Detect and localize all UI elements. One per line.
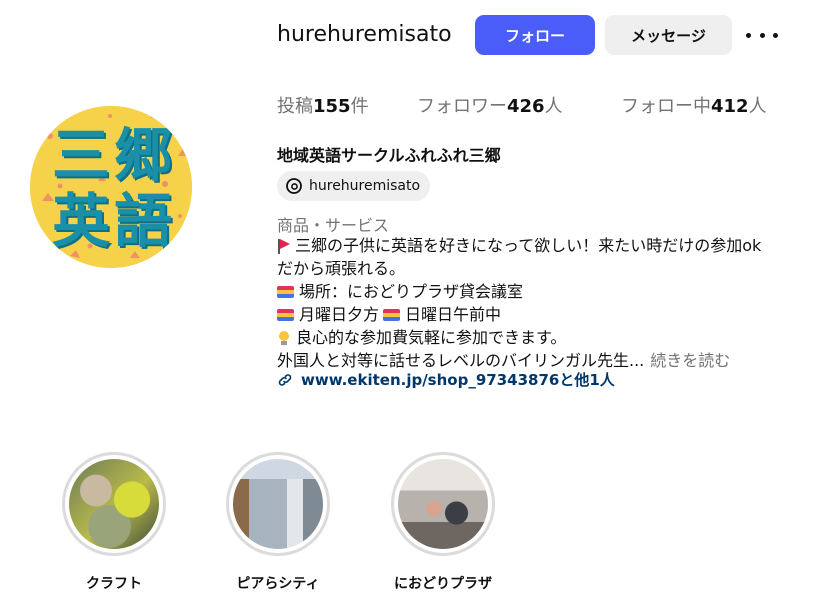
read-more-link[interactable]: 続きを読む bbox=[650, 349, 730, 372]
followers-suffix: 人 bbox=[544, 96, 563, 117]
striped-flag-icon bbox=[383, 308, 401, 321]
highlight-item[interactable]: ピアらシティ bbox=[221, 452, 335, 593]
avatar-text-line2: 英語 bbox=[52, 187, 177, 255]
highlight-ring bbox=[391, 452, 495, 556]
display-name: 地域英語サークルふれふれ三郷 bbox=[277, 146, 501, 165]
highlight-label: クラフト bbox=[86, 576, 142, 592]
more-dot bbox=[773, 32, 778, 38]
stat-followers[interactable]: フォロワー426人 bbox=[417, 92, 563, 118]
highlight-thumbnail-classroom bbox=[398, 459, 488, 549]
bio-line-5: 良心的な参加費気軽に参加できます。 bbox=[296, 328, 567, 347]
followers-count: 426 bbox=[507, 96, 545, 117]
avatar-text-line1: 三郷 bbox=[52, 121, 177, 189]
posts-label: 投稿 bbox=[277, 96, 313, 117]
bio-line: 月曜日夕方 日曜日午前中 bbox=[277, 303, 761, 326]
threads-icon bbox=[286, 178, 302, 194]
bio-line-4b: 日曜日午前中 bbox=[405, 305, 502, 324]
highlight-ring bbox=[62, 452, 166, 556]
highlight-thumbnail-building bbox=[233, 459, 323, 549]
threads-handle: hurehuremisato bbox=[309, 178, 421, 194]
message-button[interactable]: メッセージ bbox=[605, 15, 732, 55]
highlight-item[interactable]: クラフト bbox=[57, 452, 171, 593]
bio-line-3: 場所：におどりプラザ貸会議室 bbox=[299, 282, 524, 301]
triangular-flag-icon bbox=[277, 238, 291, 254]
more-horizontal-icon[interactable] bbox=[746, 25, 778, 45]
stat-posts: 投稿155件 bbox=[277, 92, 369, 118]
bio-text: 三郷の子供に英語を好きになって欲しい！来たい時だけの参加ok だから頑張れる。 … bbox=[277, 234, 761, 372]
avatar[interactable]: 三郷 英語 bbox=[30, 106, 192, 268]
stat-following[interactable]: フォロー中412人 bbox=[621, 92, 767, 118]
highlight-thumbnail-craft bbox=[69, 459, 159, 549]
bio-line-2: だから頑張れる。 bbox=[277, 259, 406, 278]
striped-flag-icon bbox=[277, 285, 294, 298]
posts-suffix: 件 bbox=[350, 96, 369, 117]
bio-line-4a: 月曜日夕方 bbox=[299, 305, 380, 324]
posts-count: 155 bbox=[313, 96, 351, 117]
follow-button[interactable]: フォロー bbox=[475, 15, 595, 55]
bio-line: だから頑張れる。 bbox=[277, 257, 761, 280]
more-dot bbox=[746, 32, 751, 38]
bio-line-1: 三郷の子供に英語を好きになって欲しい！来たい時だけの参加ok bbox=[295, 236, 762, 255]
highlight-label: におどりプラザ bbox=[394, 576, 492, 592]
highlight-item[interactable]: におどりプラザ bbox=[386, 452, 500, 593]
profile-username: hurehuremisato bbox=[277, 22, 452, 47]
following-label: フォロー中 bbox=[621, 96, 711, 117]
highlight-ring bbox=[226, 452, 330, 556]
bio-line: 三郷の子供に英語を好きになって欲しい！来たい時だけの参加ok bbox=[277, 234, 761, 257]
bio-link[interactable]: www.ekiten.jp/shop_97343876と他1人 bbox=[277, 369, 615, 390]
profile-category: 商品・サービス bbox=[277, 216, 390, 235]
light-bulb-icon bbox=[277, 330, 291, 346]
bio-line: 良心的な参加費気軽に参加できます。 bbox=[277, 326, 761, 349]
more-dot bbox=[759, 32, 765, 38]
highlight-label: ピアらシティ bbox=[236, 576, 320, 592]
followers-label: フォロワー bbox=[417, 96, 507, 117]
bio-line: 場所：におどりプラザ貸会議室 bbox=[277, 280, 761, 303]
striped-flag-icon bbox=[277, 308, 294, 321]
bio-link-text: www.ekiten.jp/shop_97343876と他1人 bbox=[301, 371, 615, 389]
link-icon bbox=[278, 373, 292, 386]
following-suffix: 人 bbox=[748, 96, 767, 117]
threads-badge[interactable]: hurehuremisato bbox=[277, 171, 431, 201]
following-count: 412 bbox=[711, 96, 749, 117]
